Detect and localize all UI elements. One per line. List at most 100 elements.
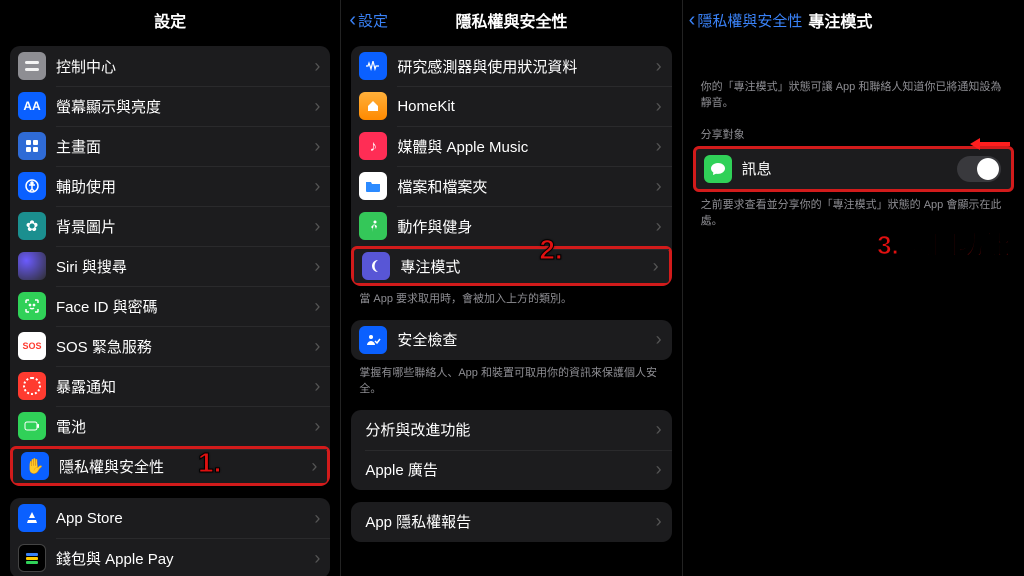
toggle-switch[interactable]: [957, 156, 1001, 182]
row-label: Apple 廣告: [365, 459, 655, 480]
settings-root-panel: 設定 控制中心 › AA 螢幕顯示與亮度 › 主畫面 ›: [0, 0, 341, 576]
chevron-right-icon: ›: [656, 176, 662, 197]
row-research[interactable]: 研究感測器與使用狀況資料 ›: [351, 46, 671, 86]
group-footer: 之前要求查看並分享你的「專注模式」狀態的 App 會顯示在此處。: [683, 192, 1024, 230]
sos-icon: SOS: [18, 332, 46, 360]
row-label: 螢幕顯示與亮度: [56, 96, 314, 117]
navbar: ‹ 隱私權與安全性 專注模式: [683, 0, 1024, 40]
chevron-right-icon: ›: [314, 56, 320, 77]
row-privacy-report[interactable]: App 隱私權報告 ›: [351, 502, 671, 542]
row-control-center[interactable]: 控制中心 ›: [10, 46, 330, 86]
row-sos[interactable]: SOS SOS 緊急服務 ›: [10, 326, 330, 366]
chevron-right-icon: ›: [314, 96, 320, 117]
chevron-right-icon: ›: [656, 329, 662, 350]
row-label: 背景圖片: [56, 216, 314, 237]
row-safety-check[interactable]: 安全檢查 ›: [351, 320, 671, 360]
chevron-right-icon: ›: [656, 56, 662, 77]
row-label: 暴露通知: [56, 376, 314, 397]
privacy-categories-group: 研究感測器與使用狀況資料 › HomeKit › ♪ 媒體與 Apple Mus…: [351, 46, 671, 286]
row-label: SOS 緊急服務: [56, 336, 314, 357]
row-faceid[interactable]: Face ID 與密碼 ›: [10, 286, 330, 326]
row-label: 錢包與 Apple Pay: [56, 548, 314, 569]
wallet-icon: [18, 544, 46, 572]
navbar: 設定: [0, 0, 340, 40]
waveform-icon: [359, 52, 387, 80]
page-title: 隱私權與安全性: [455, 8, 567, 32]
row-accessibility[interactable]: 輔助使用 ›: [10, 166, 330, 206]
chevron-right-icon: ›: [311, 456, 317, 477]
row-label: Siri 與搜尋: [56, 256, 314, 277]
chevron-right-icon: ›: [314, 296, 320, 317]
row-exposure[interactable]: 暴露通知 ›: [10, 366, 330, 406]
row-label: 主畫面: [56, 136, 314, 157]
row-media[interactable]: ♪ 媒體與 Apple Music ›: [351, 126, 671, 166]
row-label: 動作與健身: [397, 216, 655, 237]
exposure-icon: [18, 372, 46, 400]
back-label: 設定: [358, 10, 388, 31]
chevron-right-icon: ›: [314, 256, 320, 277]
chevron-right-icon: ›: [314, 508, 320, 529]
row-label: 控制中心: [56, 56, 314, 77]
chevron-left-icon: ‹: [689, 10, 696, 30]
switches-icon: [18, 52, 46, 80]
row-battery[interactable]: 電池 ›: [10, 406, 330, 446]
analytics-group: 分析與改進功能 › Apple 廣告 ›: [351, 410, 671, 490]
chevron-right-icon: ›: [656, 216, 662, 237]
settings-group-store: App Store › 錢包與 Apple Pay ›: [10, 498, 330, 576]
navbar: ‹ 設定 隱私權與安全性: [341, 0, 681, 40]
row-label: 安全檢查: [397, 329, 655, 350]
person-check-icon: [359, 326, 387, 354]
home-icon: [359, 92, 387, 120]
row-messages-toggle[interactable]: 訊息: [696, 149, 1011, 189]
row-label: 訊息: [742, 158, 957, 179]
row-display[interactable]: AA 螢幕顯示與亮度 ›: [10, 86, 330, 126]
row-label: HomeKit: [397, 98, 655, 115]
chevron-right-icon: ›: [314, 416, 320, 437]
appstore-icon: [18, 504, 46, 532]
row-homekit[interactable]: HomeKit ›: [351, 86, 671, 126]
row-fitness[interactable]: 動作與健身 ›: [351, 206, 671, 246]
group-footer: 掌握有哪些聯絡人、App 和裝置可取用你的資訊來保護個人安全。: [341, 360, 681, 398]
row-label: 媒體與 Apple Music: [397, 136, 655, 157]
chevron-right-icon: ›: [314, 136, 320, 157]
toggle-knob: [977, 158, 999, 180]
chevron-right-icon: ›: [656, 96, 662, 117]
folder-icon: [359, 172, 387, 200]
text-size-icon: AA: [18, 92, 46, 120]
row-analytics[interactable]: 分析與改進功能 ›: [351, 410, 671, 450]
row-wallet[interactable]: 錢包與 Apple Pay ›: [10, 538, 330, 576]
battery-icon: [18, 412, 46, 440]
chevron-right-icon: ›: [314, 216, 320, 237]
chevron-right-icon: ›: [314, 548, 320, 569]
back-button[interactable]: ‹ 隱私權與安全性: [689, 10, 803, 31]
privacy-panel: ‹ 設定 隱私權與安全性 研究感測器與使用狀況資料 › HomeKit ›: [341, 0, 682, 576]
row-label: Face ID 與密碼: [56, 296, 314, 317]
section-header: 分享對象: [683, 112, 1024, 144]
row-label: 電池: [56, 416, 314, 437]
row-home-screen[interactable]: 主畫面 ›: [10, 126, 330, 166]
settings-group-general: 控制中心 › AA 螢幕顯示與亮度 › 主畫面 › 輔助使用 ›: [10, 46, 330, 486]
row-siri[interactable]: Siri 與搜尋 ›: [10, 246, 330, 286]
group-footer: 當 App 要求取用時，會被加入上方的類別。: [341, 286, 681, 308]
annotation-step-3: 3. 關閉功能: [877, 225, 1010, 262]
hand-icon: ✋: [21, 452, 49, 480]
row-wallpaper[interactable]: ✿ 背景圖片 ›: [10, 206, 330, 246]
siri-icon: [18, 252, 46, 280]
back-button[interactable]: ‹ 設定: [349, 10, 388, 31]
chevron-right-icon: ›: [314, 376, 320, 397]
faceid-icon: [18, 292, 46, 320]
focus-privacy-panel: ‹ 隱私權與安全性 專注模式 你的「專注模式」狀態可讓 App 和聯絡人知道你已…: [683, 0, 1024, 576]
accessibility-icon: [18, 172, 46, 200]
row-privacy[interactable]: ✋ 隱私權與安全性 ›: [10, 446, 330, 486]
chevron-right-icon: ›: [656, 419, 662, 440]
row-apple-ads[interactable]: Apple 廣告 ›: [351, 450, 671, 490]
row-label: 檔案和檔案夾: [397, 176, 655, 197]
row-appstore[interactable]: App Store ›: [10, 498, 330, 538]
report-group: App 隱私權報告 ›: [351, 502, 671, 542]
back-label: 隱私權與安全性: [697, 10, 802, 31]
row-label: 專注模式: [400, 256, 652, 277]
row-label: 分析與改進功能: [365, 419, 655, 440]
row-focus[interactable]: 專注模式 ›: [351, 246, 671, 286]
row-files[interactable]: 檔案和檔案夾 ›: [351, 166, 671, 206]
grid-icon: [18, 132, 46, 160]
